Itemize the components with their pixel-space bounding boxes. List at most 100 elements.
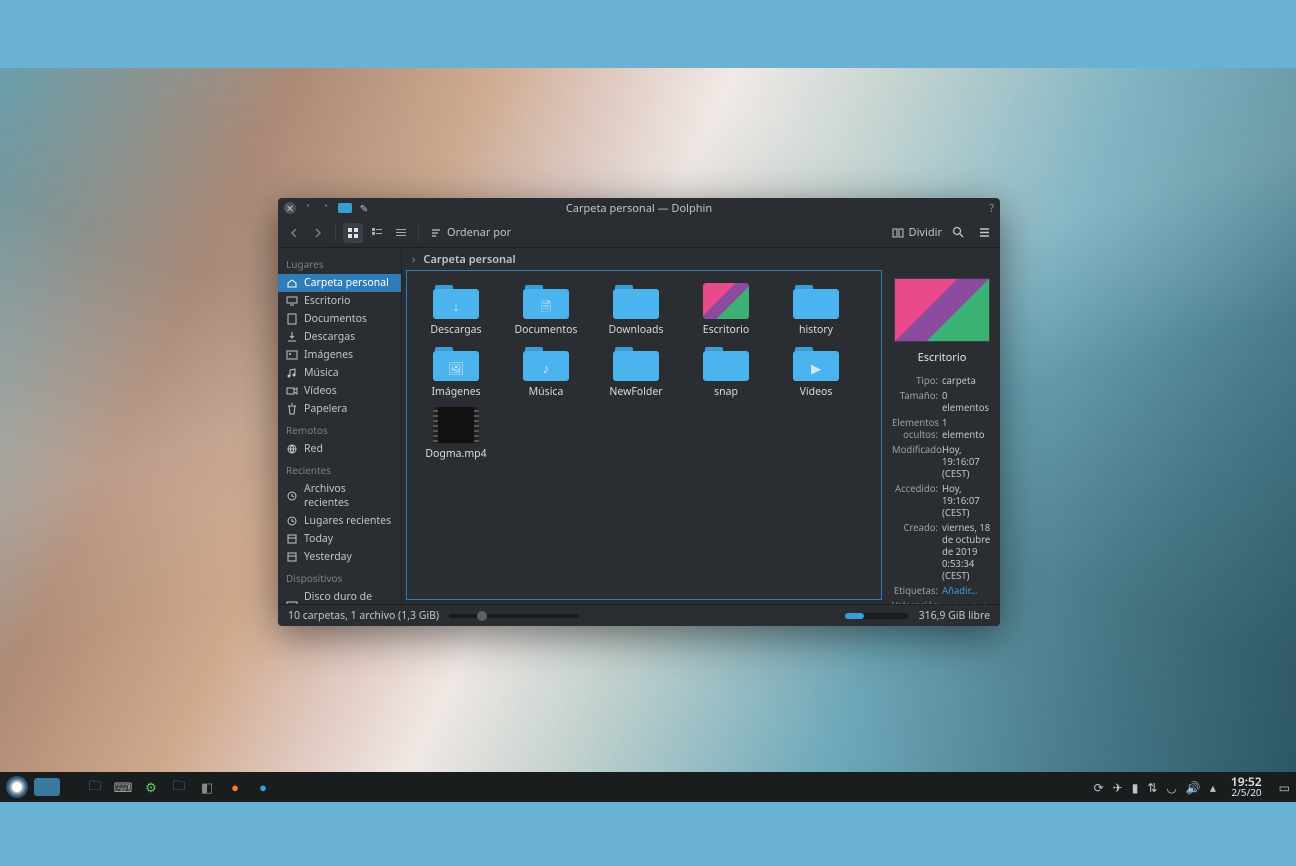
keep-above-button[interactable]	[338, 203, 352, 213]
info-preview-thumb	[894, 278, 990, 342]
application-launcher[interactable]	[6, 776, 28, 798]
sidebar-item-carpeta-personal[interactable]: Carpeta personal	[278, 274, 401, 292]
add-tags-link[interactable]: Añadir...	[942, 585, 992, 597]
show-desktop-button[interactable]: ▭	[1279, 779, 1290, 796]
minimize-button[interactable]: ˅	[302, 202, 314, 214]
sidebar-item-yesterday[interactable]: Yesterday	[278, 548, 401, 566]
help-button[interactable]: ?	[989, 201, 994, 216]
task-settings[interactable]: ⚙	[140, 776, 162, 798]
sidebar-item-imágenes[interactable]: Imágenes	[278, 346, 401, 364]
forward-button[interactable]	[308, 223, 328, 243]
disk-usage-bar	[845, 613, 909, 619]
task-terminal[interactable]: ⌨	[112, 776, 134, 798]
task-files[interactable]: 🗀	[84, 776, 106, 798]
sidebar-item-música[interactable]: Música	[278, 364, 401, 382]
sidebar-item-documentos[interactable]: Documentos	[278, 310, 401, 328]
tray-volume-icon[interactable]: 🔊	[1186, 779, 1201, 796]
tray-wifi-icon[interactable]: ◡	[1166, 779, 1176, 796]
pin-button[interactable]: ✎	[358, 202, 370, 214]
folder-icon: 🗎	[523, 283, 569, 319]
folder-icon: ▶	[793, 345, 839, 381]
file-view[interactable]: ↓Descargas🗎DocumentosDownloads Escritorio…	[406, 270, 882, 600]
file-label: Música	[529, 385, 564, 399]
task-firefox[interactable]: ●	[224, 776, 246, 798]
free-space-label: 316,9 GiB libre	[919, 609, 990, 623]
file-item-imágenes[interactable]: 🖼Imágenes	[411, 341, 501, 403]
statusbar: 10 carpetas, 1 archivo (1,3 GiB) 316,9 G…	[278, 604, 1000, 626]
file-label: snap	[714, 385, 738, 399]
image-icon	[286, 349, 298, 361]
zoom-slider[interactable]	[449, 614, 579, 618]
home-icon	[286, 277, 298, 289]
folder-icon: ↓	[433, 283, 479, 319]
information-panel: Escritorio Tipo:carpeta Tamaño:0 element…	[888, 270, 1000, 604]
tray-updates-icon[interactable]: ⟳	[1094, 779, 1104, 796]
split-icon	[892, 227, 904, 239]
tray-network-icon[interactable]: ⇅	[1147, 779, 1157, 796]
folder-icon	[793, 283, 839, 319]
breadcrumb-current[interactable]: Carpeta personal	[423, 252, 515, 267]
sidebar-item-red[interactable]: Red	[278, 440, 401, 458]
desktop-thumb-icon	[703, 283, 749, 319]
hamburger-menu-button[interactable]	[974, 223, 994, 243]
close-button[interactable]: ✕	[284, 202, 296, 214]
file-item-vídeos[interactable]: ▶Vídeos	[771, 341, 861, 403]
task-pager[interactable]	[34, 778, 60, 796]
trash-icon	[286, 403, 298, 415]
split-view-button[interactable]: Dividir	[892, 225, 942, 240]
icons-view-button[interactable]	[343, 223, 363, 243]
sort-by-label: Ordenar por	[447, 225, 511, 240]
file-label: history	[799, 323, 833, 337]
calendar-icon	[286, 533, 298, 545]
sort-by-button[interactable]: Ordenar por	[426, 225, 515, 240]
file-item-snap[interactable]: snap	[681, 341, 771, 403]
calendar-icon	[286, 551, 298, 563]
sidebar-item-lugares-recientes[interactable]: Lugares recientes	[278, 512, 401, 530]
folder-icon	[703, 345, 749, 381]
tray-expand-icon[interactable]: ▴	[1210, 779, 1216, 796]
clock-place-icon	[286, 515, 298, 527]
file-item-dogma-mp4[interactable]: Dogma.mp4	[411, 403, 501, 465]
compact-view-button[interactable]	[367, 223, 387, 243]
sidebar-item-today[interactable]: Today	[278, 530, 401, 548]
tray-clipboard-icon[interactable]: ✈	[1113, 779, 1123, 796]
info-title: Escritorio	[892, 350, 992, 365]
breadcrumb[interactable]: › Carpeta personal	[402, 248, 1000, 270]
video-icon	[286, 385, 298, 397]
desktop-icon	[286, 295, 298, 307]
file-item-newfolder[interactable]: NewFolder	[591, 341, 681, 403]
clock-file-icon	[286, 490, 298, 502]
file-item-documentos[interactable]: 🗎Documentos	[501, 279, 591, 341]
sidebar-item-disco-duro-de-115,1-gib[interactable]: Disco duro de 115,1 GiB	[278, 588, 401, 604]
task-dolphin[interactable]: 🗀	[168, 776, 190, 798]
file-label: Escritorio	[703, 323, 750, 337]
titlebar[interactable]: ✕ ˅ ˄ ✎ Carpeta personal — Dolphin ?	[278, 198, 1000, 218]
tray-battery-icon[interactable]: ▮	[1132, 779, 1139, 796]
sidebar-item-archivos-recientes[interactable]: Archivos recientes	[278, 480, 401, 512]
file-item-música[interactable]: ♪Música	[501, 341, 591, 403]
file-item-descargas[interactable]: ↓Descargas	[411, 279, 501, 341]
task-discover[interactable]: ◧	[196, 776, 218, 798]
sidebar-item-escritorio[interactable]: Escritorio	[278, 292, 401, 310]
breadcrumb-root-icon[interactable]: ›	[412, 252, 415, 267]
download-icon	[286, 331, 298, 343]
file-item-escritorio[interactable]: Escritorio	[681, 279, 771, 341]
clock[interactable]: 19:52 2/5/20	[1231, 776, 1262, 798]
file-item-downloads[interactable]: Downloads	[591, 279, 681, 341]
search-button[interactable]	[948, 223, 968, 243]
sidebar-item-vídeos[interactable]: Vídeos	[278, 382, 401, 400]
sidebar-item-descargas[interactable]: Descargas	[278, 328, 401, 346]
file-item-history[interactable]: history	[771, 279, 861, 341]
folder-icon	[613, 345, 659, 381]
maximize-button[interactable]: ˄	[320, 202, 332, 214]
details-view-button[interactable]	[391, 223, 411, 243]
taskbar: 🗀 ⌨ ⚙ 🗀 ◧ ● ● ⟳ ✈ ▮ ⇅ ◡ 🔊 ▴ 19:52 2/5/20…	[0, 772, 1296, 802]
sidebar-item-papelera[interactable]: Papelera	[278, 400, 401, 418]
video-thumb-icon	[433, 407, 479, 443]
document-icon	[286, 313, 298, 325]
task-telegram[interactable]: ●	[252, 776, 274, 798]
file-label: Dogma.mp4	[425, 447, 486, 461]
recent-header: Recientes	[278, 458, 401, 480]
folder-icon: 🖼	[433, 345, 479, 381]
back-button[interactable]	[284, 223, 304, 243]
